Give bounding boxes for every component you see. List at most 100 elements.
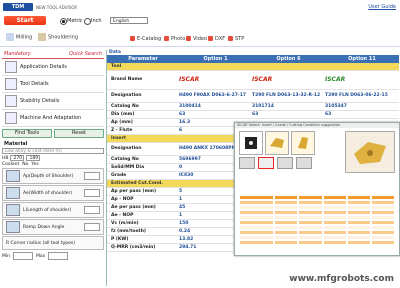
inch-radio[interactable] [84, 18, 91, 25]
insert-thumbnail[interactable] [239, 131, 263, 155]
ae-diagram-icon [6, 187, 20, 199]
length-input[interactable] [84, 206, 100, 214]
mode-dxf[interactable]: DXF [208, 36, 225, 42]
length-diagram-icon [6, 204, 20, 216]
mode-label: DXF [215, 36, 226, 42]
min-input[interactable] [13, 252, 33, 260]
mode-label: Photo [171, 36, 186, 42]
hb-input-2[interactable]: 189 [26, 155, 41, 161]
row-label: Solid/MM Dia [111, 165, 145, 170]
language-select[interactable]: English [110, 16, 148, 24]
grade-button[interactable] [296, 157, 312, 169]
action-buttons: Find Tools Reset [2, 129, 104, 138]
video-icon [186, 36, 191, 41]
param-label: L(Length of shoulder) [23, 207, 72, 213]
watermark: www.mfgrobots.com [289, 274, 394, 284]
cell-value: H490 F90AX D063-6-27-17 [179, 93, 246, 98]
nav-machine-adaptation[interactable]: Machine And Adaptation [2, 110, 104, 127]
corner-radius-row: R Corner radius (all tool types) [2, 236, 104, 250]
hb-label: HB [2, 155, 9, 161]
option-header[interactable]: Option 6 [252, 55, 325, 63]
option-header[interactable]: Option 1 [179, 55, 252, 63]
max-label: Max [36, 253, 46, 259]
user-guide-link[interactable]: User Guide [368, 4, 396, 10]
cell-value: 3101714 [252, 104, 274, 109]
cell-value: 3105347 [325, 104, 347, 109]
row-label: Z - Flute [111, 128, 133, 133]
mode-stp[interactable]: STP [228, 36, 244, 42]
photo-icon [164, 36, 169, 41]
milling-icon [6, 33, 14, 41]
cell-value[interactable]: ISCAR [252, 71, 325, 89]
ramp-input[interactable] [84, 223, 100, 231]
nav-application-details[interactable]: Application Details [2, 59, 104, 76]
table-row: Brand Name ISCAR ISCAR ISCAR [107, 71, 399, 90]
param-label: Ramp Down Angle [23, 224, 65, 230]
material-input[interactable]: Low alloy & cast steel (h) [2, 148, 104, 154]
mode-label: STP [235, 36, 245, 42]
nav-tool-details[interactable]: Tool Details [2, 76, 104, 93]
option-header[interactable]: Option 11 [325, 55, 399, 63]
popup-cell [274, 240, 299, 245]
mode-photo[interactable]: Photo [164, 36, 185, 42]
ae-input[interactable] [84, 189, 100, 197]
cell-value[interactable]: ISCAR [179, 71, 252, 89]
hb-input-1[interactable]: 270 [10, 155, 25, 161]
reset-button[interactable]: Reset [54, 129, 104, 138]
table-header: Parameter Option 1 Option 6 Option 11 [107, 55, 399, 63]
popup-table-row[interactable] [239, 240, 396, 245]
grade-button[interactable] [239, 157, 255, 169]
row-label: fz (mm/tooth) [111, 229, 146, 234]
mandatory-tab[interactable]: Mandatory [4, 50, 31, 58]
row-label: Brand Name [111, 77, 143, 82]
panel-head: Mandatory Quick Search [2, 50, 104, 59]
metric-radio[interactable] [60, 18, 67, 25]
ap-input[interactable] [84, 172, 100, 180]
mode-milling[interactable]: Milling [6, 33, 32, 41]
metric-label: Metric [67, 17, 83, 24]
grade-button-selected[interactable] [258, 157, 274, 169]
table-row: Dia (mm) 63 63 63 [107, 111, 399, 119]
top-bar: TDM NEW TOOL ADVISOR User Guide [0, 0, 400, 14]
cell-value: 3100414 [179, 104, 201, 109]
cell-value: T290 FLN D063-06-22-15 [325, 93, 388, 98]
row-label: Ap per pass (mm) [111, 189, 157, 194]
grade-button[interactable] [277, 157, 293, 169]
nav-label: Stability Details [20, 98, 60, 104]
mode-ecatalog[interactable]: E-Catalog [130, 36, 161, 42]
insert-gold-icon [270, 138, 284, 148]
row-label: Ae - NOP [111, 213, 134, 218]
popup-grade-table [239, 195, 396, 245]
table-row: Designation H490 F90AX D063-6-27-17 T290 F… [107, 90, 399, 103]
coolant-yes-option[interactable]: Yes [31, 162, 38, 167]
mode-bar: Milling Shouldering E-Catalog Photo Vide… [0, 30, 400, 47]
row-label: Grade [111, 173, 127, 178]
application-icon [5, 61, 17, 73]
find-tools-button[interactable]: Find Tools [2, 129, 52, 138]
coolant-no-option[interactable]: No [22, 162, 28, 167]
hb-row: HB 270 189 [2, 155, 104, 161]
insert-large-icon [354, 142, 386, 164]
insert-thumbnail[interactable] [265, 131, 289, 155]
mode-video[interactable]: Video [186, 36, 207, 42]
ramp-diagram-icon [6, 221, 20, 233]
start-button[interactable]: Start [4, 16, 46, 25]
row-label: Catalog No [111, 104, 139, 109]
ecatalog-icon [130, 36, 135, 41]
nav-stability-details[interactable]: Stability Details [2, 93, 104, 110]
ap-diagram-icon [6, 170, 20, 182]
mode-shouldering[interactable]: Shouldering [38, 33, 78, 41]
popup-cell [298, 240, 323, 245]
row-label: Ap (mm) [111, 120, 133, 125]
cell-value[interactable]: ISCAR [325, 71, 399, 89]
nav-label: Application Details [20, 64, 67, 70]
insert-suggestion-popup: ISCAR Select: Insert / Grade / Cutting C… [234, 122, 400, 256]
shouldering-icon [38, 33, 46, 41]
insert-thumbnail[interactable] [291, 131, 315, 155]
left-panel: Mandatory Quick Search Application Detai… [2, 50, 104, 286]
max-input[interactable] [48, 252, 69, 260]
table-section-row[interactable]: Tool [107, 63, 399, 71]
material-label: Material [4, 141, 28, 147]
corner-radius-label[interactable]: R Corner radius (all tool types) [3, 241, 103, 246]
quick-search-tab[interactable]: Quick Search [69, 50, 102, 58]
